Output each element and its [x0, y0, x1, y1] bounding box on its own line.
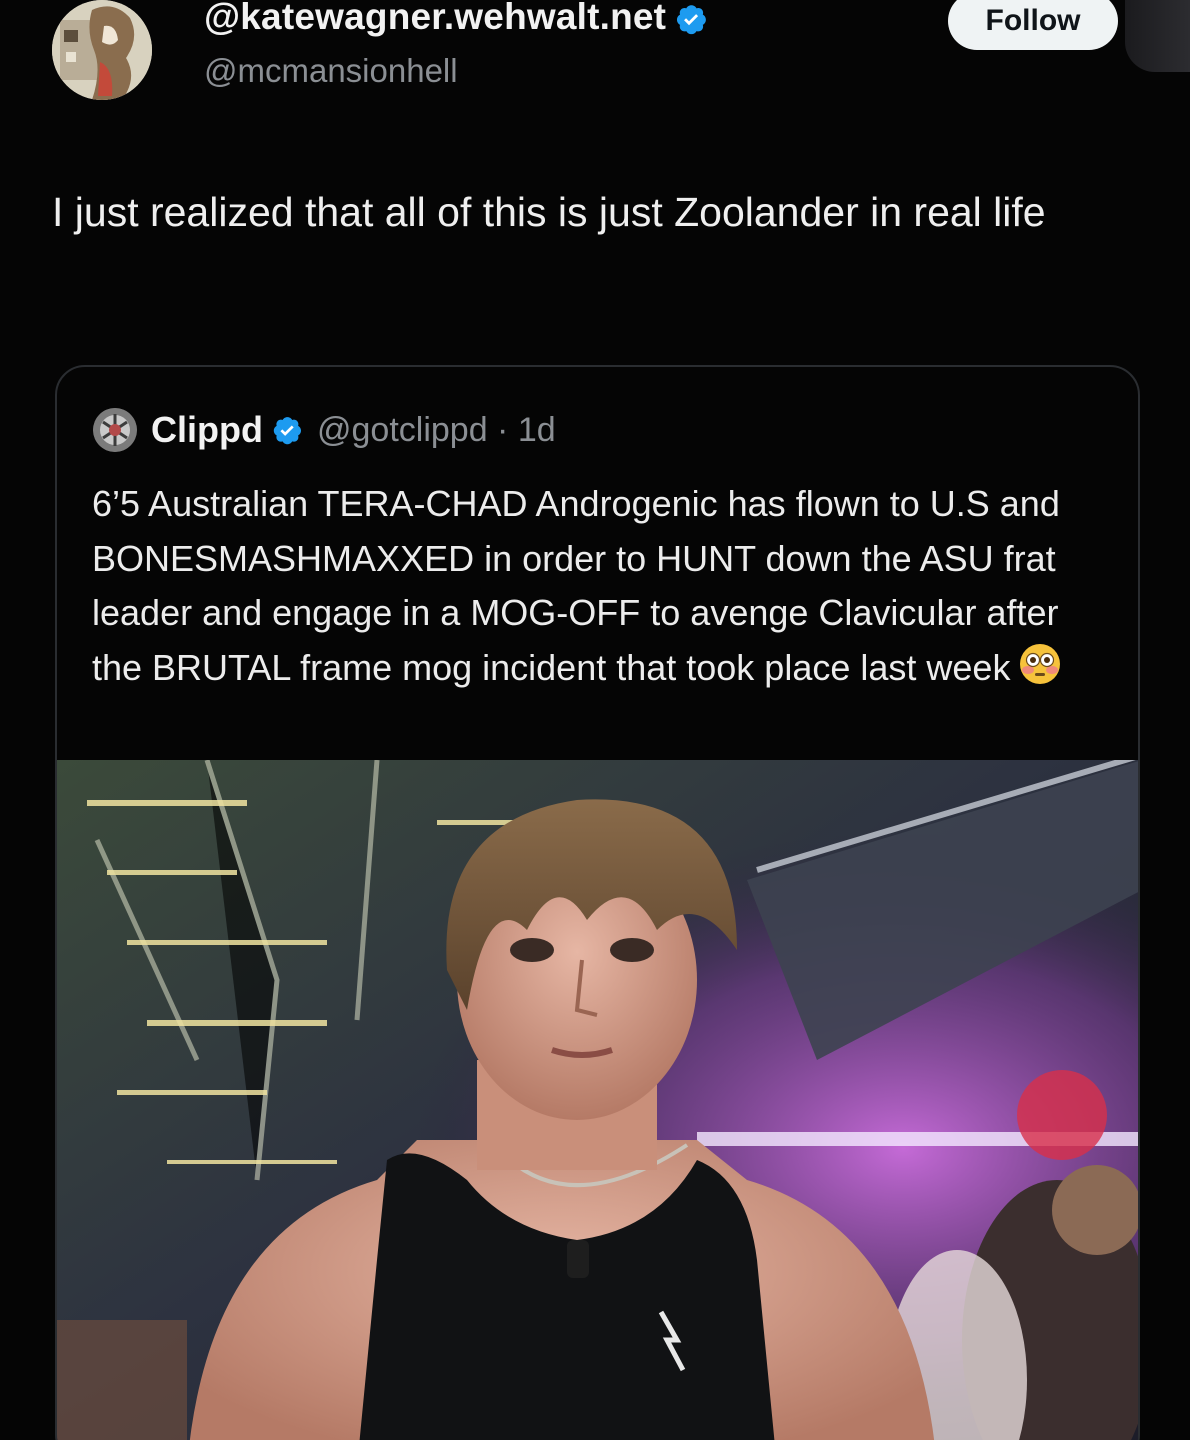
tweet-text: I just realized that all of this is just…: [52, 189, 1046, 235]
flushed-face-emoji-icon: [1020, 643, 1061, 684]
display-name[interactable]: @katewagner.wehwalt.net: [204, 0, 708, 38]
profile-avatar-icon[interactable]: [52, 0, 152, 100]
display-name-text: @katewagner.wehwalt.net: [204, 0, 667, 37]
quoted-handle-time[interactable]: @gotclippd · 1d: [317, 411, 556, 450]
quoted-tweet-text-block: 6’5 Australian TERA-CHAD Androgenic has …: [92, 477, 1102, 695]
quoted-display-name[interactable]: Clippd: [151, 409, 263, 451]
quoted-avatar-icon[interactable]: [93, 408, 137, 452]
verified-badge-icon: [677, 5, 707, 35]
follow-button[interactable]: Follow: [948, 0, 1118, 50]
video-photo-icon[interactable]: [57, 760, 1138, 1440]
tweet-screenshot: @katewagner.wehwalt.net @mcmansionhell F…: [0, 0, 1190, 1440]
overlay-edge: [1125, 0, 1190, 72]
quoted-tweet-card[interactable]: Clippd @gotclippd · 1d 6’5 Australian TE…: [55, 365, 1140, 1440]
quoted-tweet-header: Clippd @gotclippd · 1d: [93, 407, 556, 453]
quoted-tweet-text: 6’5 Australian TERA-CHAD Androgenic has …: [92, 483, 1060, 688]
verified-badge-icon: [273, 417, 301, 445]
user-handle[interactable]: @mcmansionhell: [204, 52, 458, 90]
